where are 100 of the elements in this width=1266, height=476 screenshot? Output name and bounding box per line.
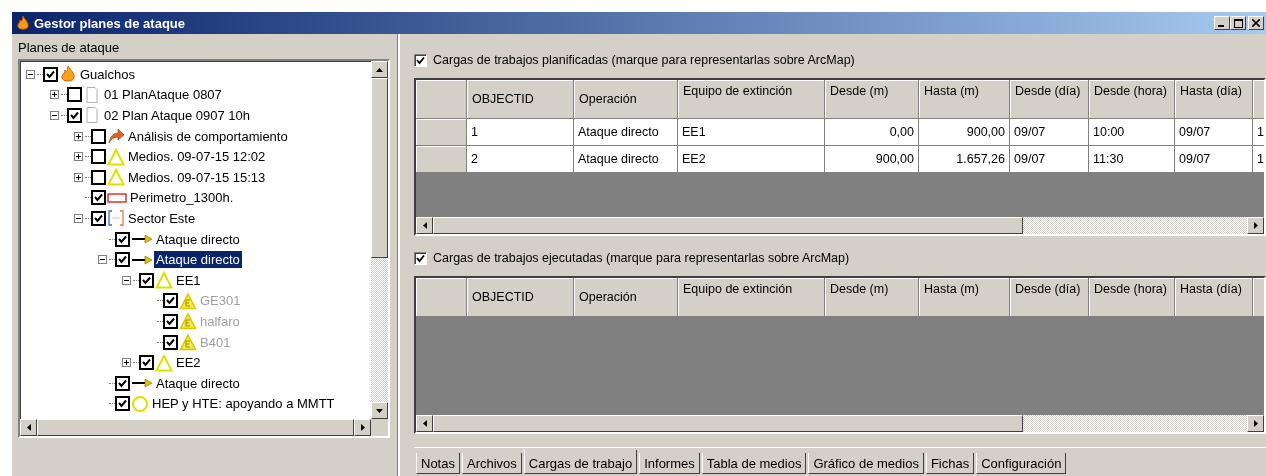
triangle-icon bbox=[107, 147, 125, 166]
maximize-button[interactable] bbox=[1230, 16, 1246, 30]
tree-item[interactable]: EE1 bbox=[174, 271, 203, 289]
scroll-right-button[interactable] bbox=[1247, 217, 1264, 234]
tree-item[interactable]: Medios. 09-07-15 15:13 bbox=[126, 168, 268, 186]
column-header[interactable]: Desde (hora) bbox=[1089, 80, 1175, 119]
bracket-icon bbox=[107, 209, 125, 228]
expander-icon[interactable] bbox=[98, 255, 107, 265]
expander-icon[interactable] bbox=[74, 213, 83, 223]
expander-icon[interactable] bbox=[122, 275, 131, 285]
checkbox[interactable] bbox=[414, 53, 427, 67]
scroll-down-button[interactable] bbox=[371, 402, 388, 419]
checkbox[interactable] bbox=[115, 231, 130, 247]
checkbox[interactable] bbox=[67, 87, 82, 103]
close-button[interactable] bbox=[1248, 16, 1264, 30]
right-arrow-icon bbox=[360, 424, 365, 431]
tree-item[interactable]: Ataque directo bbox=[154, 251, 242, 269]
scroll-right-button[interactable] bbox=[1247, 415, 1264, 432]
table-cell: Ataque directo bbox=[574, 146, 678, 173]
column-header[interactable]: Hasta (m) bbox=[919, 80, 1010, 119]
table-cell: EE2 bbox=[678, 146, 825, 173]
checkbox[interactable] bbox=[115, 252, 130, 268]
column-header[interactable]: Operación bbox=[574, 80, 678, 119]
column-header[interactable]: Desde (m) bbox=[825, 278, 919, 317]
checkbox[interactable] bbox=[91, 210, 106, 226]
tab[interactable]: Cargas de trabajo bbox=[523, 450, 638, 474]
tab[interactable]: Informes bbox=[639, 453, 700, 474]
expander-icon[interactable] bbox=[50, 111, 59, 120]
scroll-thumb[interactable] bbox=[433, 415, 1023, 432]
checkbox[interactable] bbox=[91, 190, 106, 206]
expander-icon[interactable] bbox=[122, 358, 131, 368]
checkbox[interactable] bbox=[91, 128, 106, 144]
tree-item[interactable]: Medios. 09-07-15 12:02 bbox=[126, 148, 268, 166]
tree-item[interactable]: EE2 bbox=[174, 354, 203, 372]
checkbox[interactable] bbox=[139, 272, 154, 288]
tree-item[interactable]: 02 Plan Ataque 0907 10h bbox=[102, 107, 253, 124]
checkbox[interactable] bbox=[67, 108, 82, 123]
column-header[interactable]: Desde (hora) bbox=[1089, 278, 1175, 317]
table-cell: 900,00 bbox=[919, 119, 1010, 146]
checkbox[interactable] bbox=[91, 149, 106, 165]
column-header[interactable]: Equipo de extinción bbox=[678, 80, 825, 119]
table-cell: Ataque directo bbox=[574, 119, 678, 146]
row-header[interactable] bbox=[416, 119, 467, 146]
table-cell: 09/07 bbox=[1175, 146, 1253, 173]
column-header[interactable]: Equipo de extinción bbox=[678, 278, 825, 317]
scroll-left-button[interactable] bbox=[416, 217, 433, 234]
expander-icon[interactable] bbox=[26, 69, 35, 79]
tree-item[interactable]: 01 PlanAtaque 0807 bbox=[102, 86, 224, 104]
checkbox[interactable] bbox=[115, 375, 130, 391]
tab[interactable]: Fichas bbox=[925, 453, 975, 474]
column-header[interactable]: OBJECTID bbox=[467, 278, 574, 317]
right-arrow-icon bbox=[1253, 222, 1258, 229]
column-header[interactable]: Desde (día) bbox=[1010, 80, 1089, 119]
checkbox-label[interactable]: Cargas de trabajos planificadas (marque para representarlas sobre ArcMap) bbox=[433, 53, 855, 67]
tree-item[interactable]: HEP y HTE: apoyando a MMTT bbox=[150, 395, 337, 413]
column-header[interactable]: Hasta (día) bbox=[1175, 278, 1253, 317]
expander-icon[interactable] bbox=[74, 152, 83, 162]
column-header[interactable]: Hasta (m) bbox=[919, 278, 1010, 317]
column-header[interactable]: OBJECTID bbox=[467, 80, 574, 119]
column-header[interactable]: Hasta (día) bbox=[1175, 80, 1253, 119]
checkbox[interactable] bbox=[43, 66, 58, 82]
scroll-right-button[interactable] bbox=[354, 419, 371, 436]
row-header[interactable] bbox=[416, 146, 467, 173]
checkbox[interactable] bbox=[115, 396, 130, 412]
left-arrow-icon bbox=[422, 222, 427, 229]
checkbox[interactable] bbox=[91, 169, 106, 185]
scroll-left-button[interactable] bbox=[416, 415, 433, 432]
expander-icon[interactable] bbox=[50, 90, 59, 100]
flame-icon bbox=[15, 15, 31, 31]
scroll-thumb[interactable] bbox=[433, 217, 1023, 234]
tree-item[interactable]: Ataque directo bbox=[154, 230, 242, 248]
checkbox-label[interactable]: Cargas de trabajos ejecutadas (marque para representarlas sobre ArcMap) bbox=[433, 251, 850, 265]
checkbox[interactable] bbox=[139, 355, 154, 371]
tab[interactable]: Archivos bbox=[461, 453, 522, 474]
column-header[interactable]: Desde (m) bbox=[825, 80, 919, 119]
minimize-button[interactable] bbox=[1214, 16, 1230, 30]
document-icon bbox=[83, 106, 101, 125]
tab[interactable]: Configuración bbox=[976, 453, 1067, 474]
tree-item[interactable]: Análisis de comportamiento bbox=[126, 127, 290, 145]
expander-icon[interactable] bbox=[74, 172, 83, 182]
tree-item[interactable]: Perimetro_1300h. bbox=[128, 189, 236, 207]
tree-item[interactable]: Ataque directo bbox=[154, 374, 242, 392]
left-arrow-icon bbox=[422, 420, 427, 427]
checkbox[interactable] bbox=[414, 251, 427, 265]
tab[interactable]: Tabla de medios bbox=[701, 453, 807, 474]
column-header[interactable]: Desde (día) bbox=[1010, 278, 1089, 317]
tab[interactable]: Notas bbox=[416, 453, 460, 474]
tab[interactable]: Gráfico de medios bbox=[808, 453, 924, 474]
document-icon bbox=[83, 85, 101, 104]
expander-icon[interactable] bbox=[74, 131, 83, 141]
scroll-up-button[interactable] bbox=[371, 61, 388, 78]
triangle-icon bbox=[179, 312, 197, 331]
tree-item[interactable]: Gualchos bbox=[78, 65, 137, 83]
triangle-icon bbox=[107, 168, 125, 187]
vertical-scrollbar[interactable] bbox=[371, 61, 388, 419]
triangle-icon bbox=[155, 271, 173, 290]
scroll-thumb[interactable] bbox=[371, 78, 388, 258]
column-header[interactable]: Operación bbox=[574, 278, 678, 317]
tree-item[interactable]: Sector Este bbox=[126, 209, 198, 227]
scroll-left-button[interactable] bbox=[20, 419, 37, 436]
